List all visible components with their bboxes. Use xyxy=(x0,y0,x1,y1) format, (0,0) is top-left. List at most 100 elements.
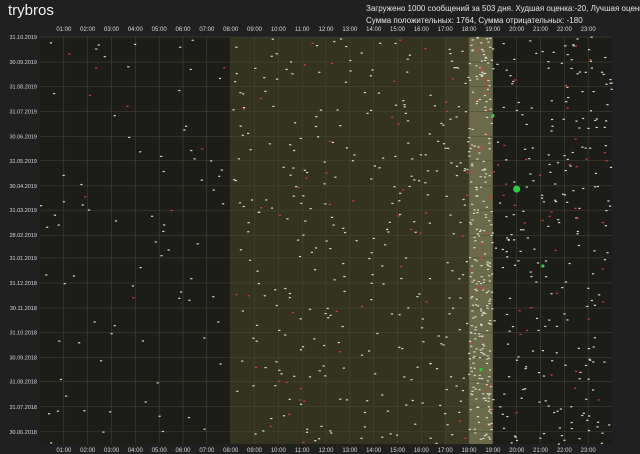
positive-point xyxy=(540,197,544,199)
highlight-band xyxy=(445,37,469,444)
positive-point xyxy=(280,373,283,375)
positive-point xyxy=(459,297,462,299)
scatter-chart[interactable]: 01:00 01:00 02:00 02:00 03:00 03:00 04:00 04:00… xyxy=(0,0,640,454)
x-tick-label: 08:00 xyxy=(223,448,239,454)
positive-point xyxy=(479,176,482,178)
positive-point xyxy=(549,171,552,173)
positive-point xyxy=(590,299,593,302)
x-tick-label: 09:00 xyxy=(247,448,263,454)
negative-point xyxy=(539,174,542,176)
negative-point xyxy=(278,380,281,382)
positive-point xyxy=(595,118,598,120)
positive-point xyxy=(210,160,213,162)
positive-point xyxy=(289,144,292,146)
y-tick-label: 31.12.2018 xyxy=(9,281,37,287)
x-tick-label: 14:00 xyxy=(366,27,382,33)
positive-point xyxy=(318,71,321,73)
positive-point xyxy=(471,219,474,221)
positive-point xyxy=(459,162,462,164)
positive-point xyxy=(479,282,483,285)
negative-point xyxy=(485,133,488,135)
positive-point xyxy=(551,125,554,127)
positive-point xyxy=(162,170,165,173)
positive-point xyxy=(481,71,484,73)
positive-point xyxy=(588,415,591,417)
positive-point xyxy=(496,141,500,143)
positive-point xyxy=(396,434,399,436)
positive-point xyxy=(515,109,518,112)
positive-point xyxy=(596,185,599,188)
positive-point xyxy=(471,39,474,41)
positive-point xyxy=(468,151,471,153)
positive-point xyxy=(482,345,486,347)
positive-point xyxy=(379,42,382,44)
positive-point xyxy=(394,104,398,106)
positive-point xyxy=(262,430,265,432)
highlight-point xyxy=(491,113,495,118)
positive-point xyxy=(471,295,474,298)
positive-point xyxy=(600,71,604,73)
positive-point xyxy=(474,240,477,242)
positive-point xyxy=(592,389,595,391)
negative-point xyxy=(409,228,413,231)
positive-point xyxy=(478,374,481,376)
positive-point xyxy=(345,45,348,48)
positive-point xyxy=(384,244,387,246)
positive-point xyxy=(270,207,274,209)
positive-point xyxy=(270,417,273,420)
positive-point xyxy=(491,242,494,244)
negative-point xyxy=(286,381,289,383)
positive-point xyxy=(250,199,254,201)
positive-point xyxy=(446,262,449,264)
positive-point xyxy=(265,199,268,201)
negative-point xyxy=(95,67,98,69)
positive-point xyxy=(477,146,480,148)
positive-point xyxy=(235,72,238,75)
positive-point xyxy=(581,146,584,148)
positive-point xyxy=(490,59,494,61)
positive-point xyxy=(463,204,466,206)
positive-point xyxy=(114,220,118,222)
positive-point xyxy=(242,93,245,95)
positive-point xyxy=(547,405,550,407)
positive-point xyxy=(541,350,545,352)
positive-point xyxy=(291,73,294,75)
positive-point xyxy=(556,162,560,164)
positive-point xyxy=(538,401,541,403)
positive-point xyxy=(333,40,336,43)
x-tick-label: 15:00 xyxy=(390,27,406,33)
positive-point xyxy=(470,272,474,274)
positive-point xyxy=(486,393,489,395)
positive-point xyxy=(360,354,364,356)
positive-point xyxy=(97,44,100,46)
positive-point xyxy=(491,308,494,310)
positive-point xyxy=(292,195,295,197)
positive-point xyxy=(487,264,490,266)
positive-point xyxy=(472,362,475,364)
positive-point xyxy=(128,136,131,139)
positive-point xyxy=(593,186,596,188)
negative-point xyxy=(485,87,489,89)
positive-point xyxy=(471,91,475,93)
positive-point xyxy=(139,267,142,269)
negative-point xyxy=(254,366,258,369)
positive-point xyxy=(478,357,481,359)
positive-point xyxy=(275,361,278,363)
positive-point xyxy=(505,216,508,218)
positive-point xyxy=(234,179,237,182)
positive-point xyxy=(389,433,392,435)
positive-point xyxy=(323,344,326,347)
positive-point xyxy=(488,220,491,222)
positive-point xyxy=(578,207,581,209)
positive-point xyxy=(470,181,473,183)
positive-point xyxy=(449,118,452,120)
positive-point xyxy=(563,313,566,315)
positive-point xyxy=(475,75,478,78)
positive-point xyxy=(242,205,245,208)
negative-point xyxy=(132,297,135,299)
positive-point xyxy=(584,147,587,149)
positive-point xyxy=(363,411,367,414)
negative-point xyxy=(352,200,355,202)
y-tick-label: 30.09.2019 xyxy=(9,60,37,66)
positive-point xyxy=(315,45,319,47)
